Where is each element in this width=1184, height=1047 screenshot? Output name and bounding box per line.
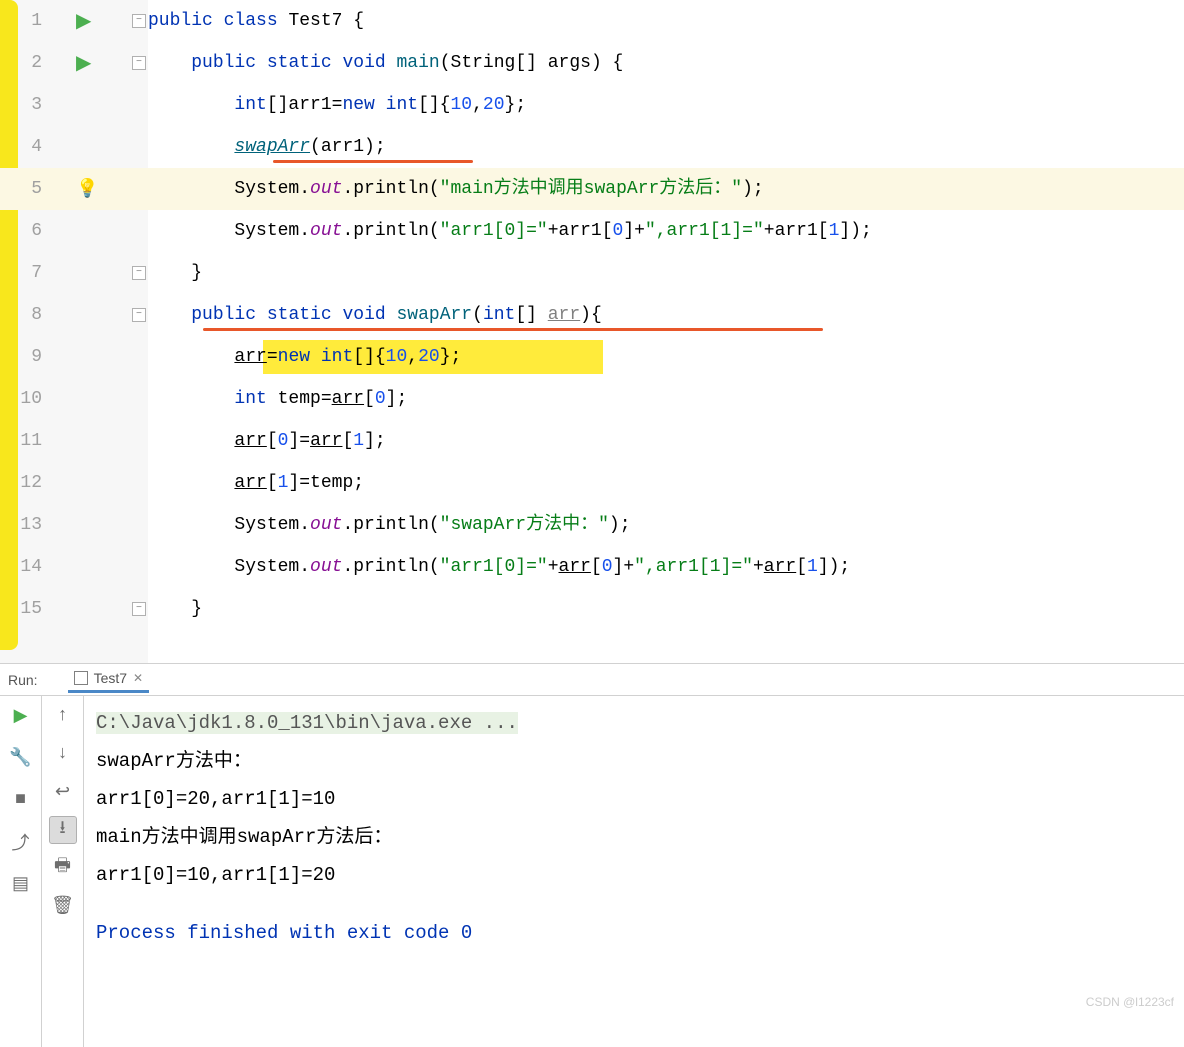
dump-icon[interactable]: ⤴ [7,828,35,856]
fold-icon[interactable]: − [132,14,146,28]
fold-icon[interactable]: − [132,266,146,280]
run-gutter-icon[interactable]: ▶ [76,50,91,76]
line-number: 6 [0,221,48,241]
console-command: C:\Java\jdk1.8.0_131\bin\java.exe ... [96,712,518,734]
line-number: 13 [0,515,48,535]
line-number: 3 [0,95,48,115]
rerun-icon[interactable]: ▶ [7,702,35,730]
code-line: System.out.println("main方法中调用swapArr方法后：… [148,168,1184,210]
console-line: swapArr方法中： [96,742,1172,780]
fold-icon[interactable]: − [132,56,146,70]
code-line: public class Test7 { [148,0,1184,42]
run-panel: ▶ 🔧 ■ ⤴ ▤ ↑ ↓ ↩ ⭳ 🖶 🗑 C:\Java\jdk1.8.0_1… [0,696,1184,1047]
code-line: int[]arr1=new int[]{10,20}; [148,84,1184,126]
print-icon[interactable]: 🖶 [49,854,77,882]
line-number: 12 [0,473,48,493]
code-line: public static void main(String[] args) { [148,42,1184,84]
run-gutter-icon[interactable]: ▶ [76,8,91,34]
console-exit-line: Process finished with exit code 0 [96,914,1172,952]
editor-pane: 1▶− 2▶− 3 4 5💡 6 7− 8− 9 10 11 12 13 14 … [0,0,1184,664]
line-number: 1 [0,11,48,31]
line-number: 5 [0,179,48,199]
stop-icon[interactable]: ■ [7,786,35,814]
annotation-underline [273,160,473,163]
line-number: 4 [0,137,48,157]
annotation-underline [203,328,823,331]
run-toolbar-secondary: ↑ ↓ ↩ ⭳ 🖶 🗑 [42,696,84,1047]
line-number: 7 [0,263,48,283]
intention-bulb-icon[interactable]: 💡 [76,178,98,200]
down-icon[interactable]: ↓ [49,740,77,768]
line-number: 2 [0,53,48,73]
gutter: 1▶− 2▶− 3 4 5💡 6 7− 8− 9 10 11 12 13 14 … [0,0,148,663]
code-line: } [148,252,1184,294]
code-line: } [148,588,1184,630]
line-number: 11 [0,431,48,451]
run-tab[interactable]: Test7 ✕ [68,666,150,693]
code-line: int temp=arr[0]; [148,378,1184,420]
code-line: System.out.println("arr1[0]="+arr1[0]+",… [148,210,1184,252]
code-line: swapArr(arr1); [148,126,1184,168]
code-line: arr=new int[]{10,20}; [148,336,1184,378]
line-number: 9 [0,347,48,367]
line-number: 8 [0,305,48,325]
fold-icon[interactable]: − [132,602,146,616]
code-line: public static void swapArr(int[] arr){ [148,294,1184,336]
scroll-end-icon[interactable]: ⭳ [49,816,77,844]
up-icon[interactable]: ↑ [49,702,77,730]
fold-icon[interactable]: − [132,308,146,322]
line-number: 14 [0,557,48,577]
line-number: 15 [0,599,48,619]
close-icon[interactable]: ✕ [133,671,143,685]
console-output[interactable]: C:\Java\jdk1.8.0_131\bin\java.exe ... sw… [84,696,1184,1047]
run-tab-label: Test7 [94,670,127,686]
watermark: CSDN @l1223cf [1086,995,1174,1009]
wrench-icon[interactable]: 🔧 [7,744,35,772]
console-line: arr1[0]=10,arr1[1]=20 [96,856,1172,894]
code-line: arr[0]=arr[1]; [148,420,1184,462]
code-line: System.out.println("swapArr方法中："); [148,504,1184,546]
tab-icon [74,671,88,685]
run-label: Run: [8,672,38,688]
run-toolbar: ▶ 🔧 ■ ⤴ ▤ [0,696,42,1047]
run-panel-header: Run: Test7 ✕ [0,664,1184,696]
console-line: arr1[0]=20,arr1[1]=10 [96,780,1172,818]
line-number: 10 [0,389,48,409]
code-area[interactable]: public class Test7 { public static void … [148,0,1184,663]
wrap-icon[interactable]: ↩ [49,778,77,806]
code-line: System.out.println("arr1[0]="+arr[0]+",a… [148,546,1184,588]
code-line: arr[1]=temp; [148,462,1184,504]
console-line: main方法中调用swapArr方法后： [96,818,1172,856]
trash-icon[interactable]: 🗑 [49,892,77,920]
layout-icon[interactable]: ▤ [7,870,35,898]
